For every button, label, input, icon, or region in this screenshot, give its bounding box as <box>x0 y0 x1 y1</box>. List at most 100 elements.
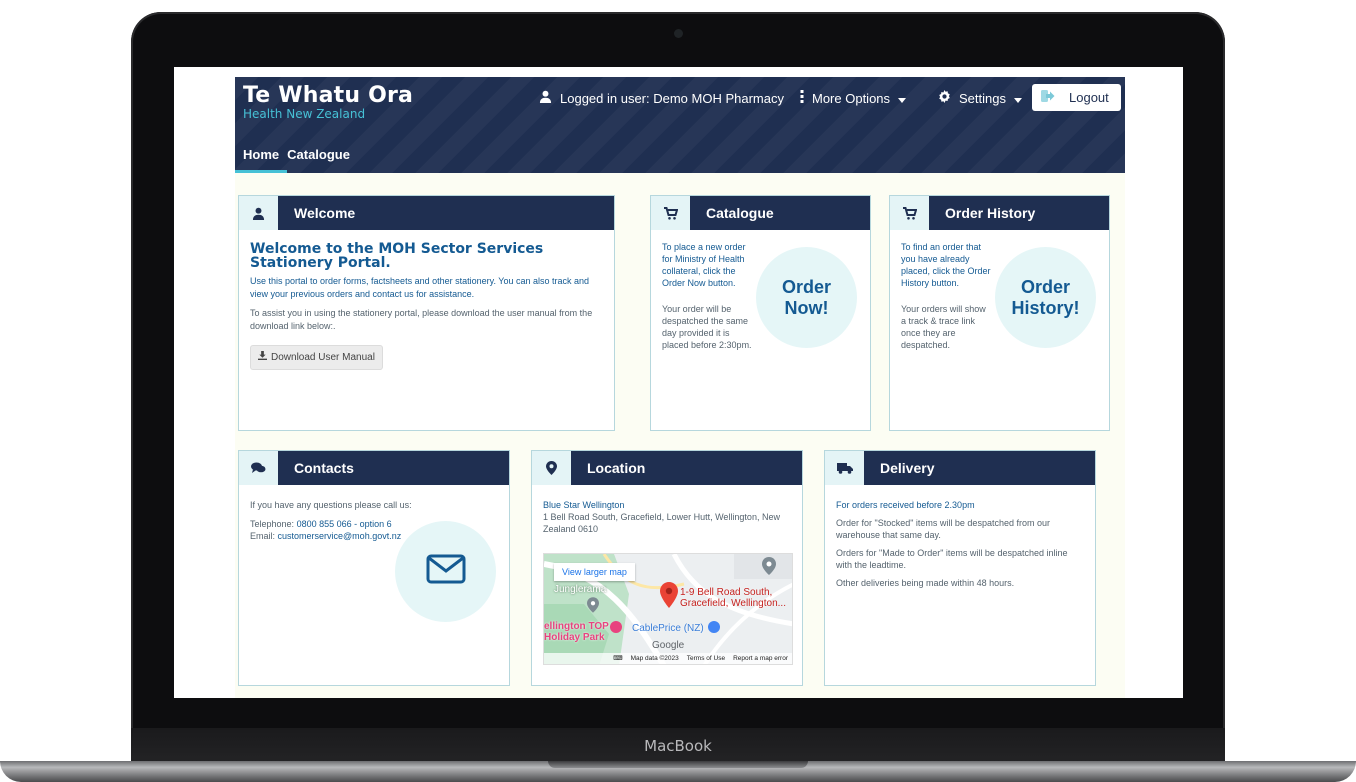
brand-logo[interactable]: Te Whatu Ora Health New Zealand <box>243 83 413 121</box>
report-error-link[interactable]: Report a map error <box>733 653 788 664</box>
view-larger-map-link[interactable]: View larger map <box>554 563 635 581</box>
location-name: Blue Star Wellington <box>543 500 625 510</box>
order-now-button[interactable]: Order Now! <box>756 247 857 348</box>
portal-page: Te Whatu Ora Health New Zealand Logged i… <box>235 77 1125 698</box>
tab-catalogue[interactable]: Catalogue <box>287 145 358 173</box>
poi-holiday-park-line1: ellington TOP <box>544 621 609 632</box>
order-history-line2: History! <box>1011 297 1080 318</box>
order-history-label: Order History! <box>1011 277 1079 319</box>
webcam <box>674 29 683 38</box>
contacts-intro: If you have any questions please call us… <box>250 500 412 510</box>
more-options-menu[interactable]: More Options <box>800 90 907 106</box>
main-nav: Home Catalogue <box>235 145 358 173</box>
order-history-note: Your orders will show a track & trace li… <box>901 304 986 350</box>
catalogue-card-header: Catalogue <box>651 196 870 230</box>
delivery-other: Other deliveries being made within 48 ho… <box>836 578 1015 588</box>
caret-down-icon <box>898 91 907 106</box>
map-marker-icon <box>532 451 571 485</box>
caret-down-icon <box>1013 91 1022 106</box>
order-history-card-title: Order History <box>945 205 1036 221</box>
order-now-line1: Order <box>781 276 832 297</box>
cart-icon <box>890 196 929 230</box>
contacts-card-title: Contacts <box>294 460 354 476</box>
order-now-line2: Now! <box>784 297 829 318</box>
download-manual-button[interactable]: Download User Manual <box>250 345 383 370</box>
catalogue-text: To place a new order for Ministry of Hea… <box>662 242 746 288</box>
location-card: Location Blue Star Wellington 1 Bell Roa… <box>531 450 803 686</box>
order-history-card-header: Order History <box>890 196 1109 230</box>
user-icon <box>239 196 278 230</box>
settings-menu[interactable]: Settings <box>938 90 1022 106</box>
map-pin-label-line1: 1-9 Bell Road South, <box>680 587 773 598</box>
poi-marker-icon <box>762 557 776 580</box>
order-history-text: To find an order that you have already p… <box>901 242 991 288</box>
google-logo: Google <box>652 640 685 651</box>
map-footer: ⌨ Map data ©2023 Terms of Use Report a m… <box>544 653 792 664</box>
laptop-frame: MacBook Te Whatu Ora Health New Zealand … <box>0 0 1356 782</box>
device-label: MacBook <box>644 737 712 755</box>
site-header: Te Whatu Ora Health New Zealand Logged i… <box>235 77 1125 173</box>
order-history-button[interactable]: Order History! <box>995 247 1096 348</box>
order-now-label: Order Now! <box>782 277 831 319</box>
poi-junglerama: Junglerama <box>554 584 607 595</box>
poi-marker-icon <box>587 597 599 618</box>
contacts-card: Contacts If you have any questions pleas… <box>238 450 510 686</box>
order-history-card: Order History To find an order that you … <box>889 195 1110 431</box>
catalogue-note: Your order will be despatched the same d… <box>662 304 752 350</box>
location-address: 1 Bell Road South, Gracefield, Lower Hut… <box>543 512 780 534</box>
contacts-card-header: Contacts <box>239 451 509 485</box>
user-icon <box>539 90 552 106</box>
brand-subtitle: Health New Zealand <box>243 107 366 121</box>
embedded-map[interactable]: View larger map 1-9 Bell Road South, Gra… <box>543 553 793 665</box>
brand-title: Te Whatu Ora <box>243 83 414 108</box>
logout-label: Logout <box>1069 90 1109 105</box>
email-circle[interactable] <box>395 521 496 622</box>
poi-holiday-park-line2: Holiday Park <box>544 632 605 643</box>
map-pin-icon <box>660 582 678 613</box>
poi-cableprice: CablePrice (NZ) <box>632 623 704 634</box>
map-pin-label: 1-9 Bell Road South, Gracefield, Welling… <box>680 587 786 609</box>
delivery-card: Delivery For orders received before 2.30… <box>824 450 1096 686</box>
map-pin-label-line2: Gracefield, Wellington... <box>680 598 786 609</box>
sign-out-icon <box>1041 90 1055 105</box>
keyboard-icon: ⌨ <box>613 655 623 662</box>
welcome-intro: Use this portal to order forms, factshee… <box>250 276 590 299</box>
screen: Te Whatu Ora Health New Zealand Logged i… <box>174 67 1183 698</box>
shopping-icon <box>708 621 720 633</box>
location-card-header: Location <box>532 451 802 485</box>
welcome-card-title: Welcome <box>294 205 356 221</box>
email-link[interactable]: customerservice@moh.govt.nz <box>278 531 402 541</box>
poi-holiday-park: ellington TOP Holiday Park <box>544 621 609 643</box>
delivery-card-header: Delivery <box>825 451 1095 485</box>
welcome-card-body: Welcome to the MOH Sector Services Stati… <box>250 242 604 370</box>
delivery-stocked: Order for "Stocked" items will be despat… <box>836 518 1050 540</box>
delivery-lead: For orders received before 2.30pm <box>836 500 975 510</box>
welcome-assist-text: To assist you in using the stationery po… <box>250 308 593 331</box>
welcome-card-header: Welcome <box>239 196 614 230</box>
logout-button[interactable]: Logout <box>1032 84 1121 111</box>
gear-icon <box>938 90 951 106</box>
welcome-card: Welcome Welcome to the MOH Sector Servic… <box>238 195 615 431</box>
settings-label: Settings <box>959 90 1006 106</box>
phone-link[interactable]: 0800 855 066 - option 6 <box>297 519 392 529</box>
location-body: Blue Star Wellington 1 Bell Road South, … <box>543 499 792 535</box>
location-card-title: Location <box>587 460 646 476</box>
vertical-dots-icon <box>800 90 804 106</box>
truck-icon <box>825 451 864 485</box>
email-label: Email: <box>250 531 276 541</box>
delivery-card-title: Delivery <box>880 460 935 476</box>
order-history-line1: Order <box>1020 276 1070 297</box>
terms-link[interactable]: Terms of Use <box>687 653 725 664</box>
welcome-heading: Welcome to the MOH Sector Services Stati… <box>250 241 544 271</box>
chat-icon <box>239 451 278 485</box>
logged-in-user: Logged in user: Demo MOH Pharmacy <box>539 90 784 106</box>
tab-home[interactable]: Home <box>235 145 288 173</box>
catalogue-card-title: Catalogue <box>706 205 774 221</box>
delivery-body: For orders received before 2.30pm Order … <box>836 499 1085 595</box>
envelope-icon <box>426 554 466 589</box>
map-data-text: Map data ©2023 <box>630 655 679 662</box>
download-icon <box>258 351 267 364</box>
catalogue-card: Catalogue To place a new order for Minis… <box>650 195 871 431</box>
cart-icon <box>651 196 690 230</box>
logged-in-text: Logged in user: Demo MOH Pharmacy <box>560 90 784 106</box>
